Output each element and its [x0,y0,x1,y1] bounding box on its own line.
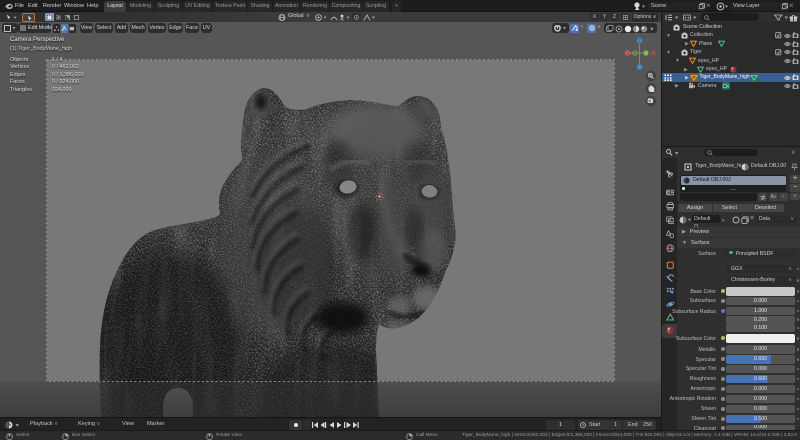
svg-text:X: X [626,51,629,56]
svg-text:Z: Z [638,38,641,43]
svg-text:Y: Y [634,51,637,56]
